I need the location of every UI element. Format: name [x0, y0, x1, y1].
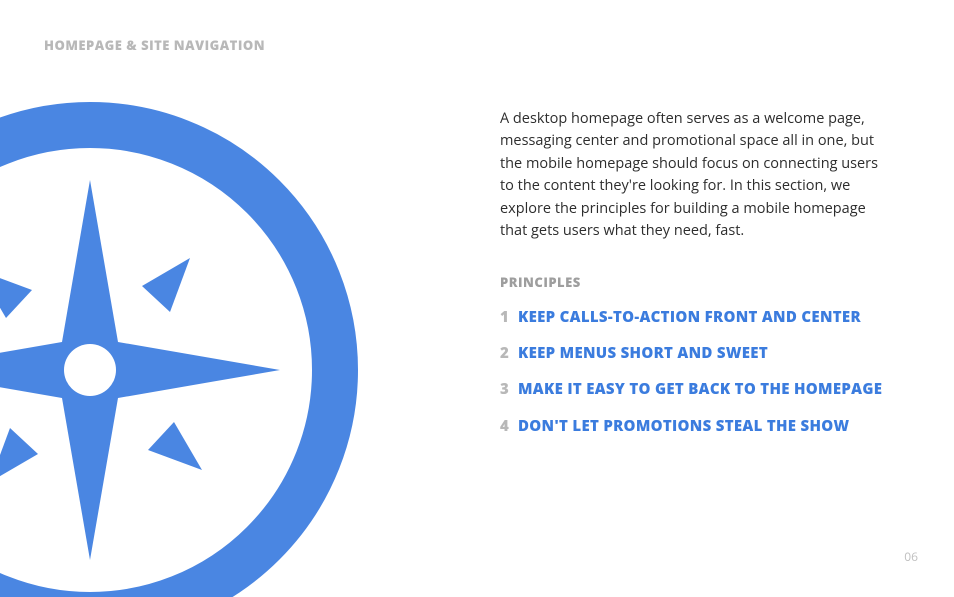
principle-text: DON'T LET PROMOTIONS STEAL THE SHOW — [518, 416, 849, 436]
intro-paragraph: A desktop homepage often serves as a wel… — [500, 108, 890, 243]
principle-text: MAKE IT EASY TO GET BACK TO THE HOMEPAGE — [518, 379, 882, 399]
principle-number: 4 — [500, 416, 518, 436]
content-area: A desktop homepage often serves as a wel… — [500, 108, 890, 452]
principle-item: 2 KEEP MENUS SHORT AND SWEET — [500, 343, 890, 363]
principle-text: KEEP CALLS-TO-ACTION FRONT AND CENTER — [518, 307, 861, 327]
principle-item: 1 KEEP CALLS-TO-ACTION FRONT AND CENTER — [500, 307, 890, 327]
page-number: 06 — [904, 548, 918, 565]
principles-heading: PRINCIPLES — [500, 273, 890, 291]
principle-text: KEEP MENUS SHORT AND SWEET — [518, 343, 768, 363]
principle-number: 3 — [500, 379, 518, 399]
principle-number: 1 — [500, 307, 518, 327]
compass-icon — [0, 90, 370, 597]
principle-item: 3 MAKE IT EASY TO GET BACK TO THE HOMEPA… — [500, 379, 890, 399]
principle-number: 2 — [500, 343, 518, 363]
section-header: HOMEPAGE & SITE NAVIGATION — [44, 36, 265, 54]
principle-item: 4 DON'T LET PROMOTIONS STEAL THE SHOW — [500, 416, 890, 436]
